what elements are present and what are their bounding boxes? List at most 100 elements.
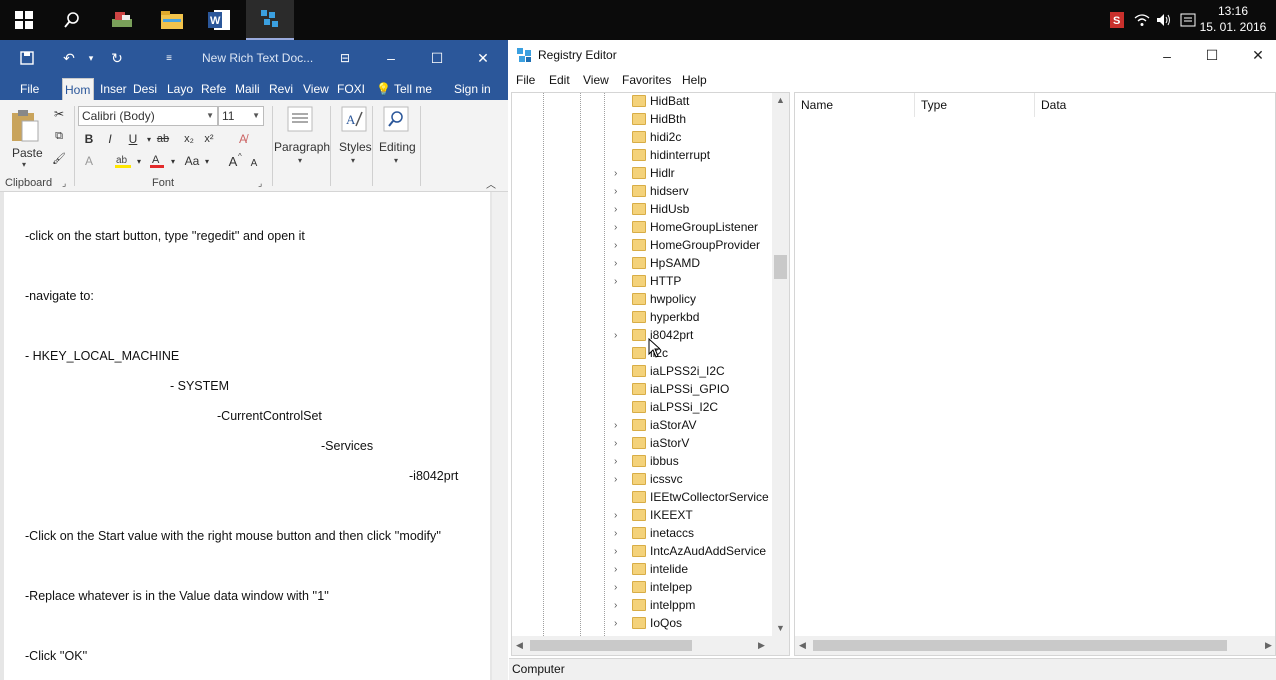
tree-item[interactable]: › intelppm — [512, 597, 774, 615]
scroll-up-icon[interactable]: ▲ — [776, 95, 785, 105]
tab-mailings[interactable]: Maili — [233, 78, 263, 100]
tree-item[interactable]: HidBatt — [512, 93, 774, 111]
paragraph-button-label[interactable]: Paragraph — [274, 140, 330, 154]
styles-dropdown-icon[interactable]: ▾ — [351, 156, 355, 165]
ribbon-display-icon[interactable]: ⊟ — [334, 48, 356, 68]
save-icon[interactable] — [16, 48, 38, 68]
editing-dropdown-icon[interactable]: ▾ — [394, 156, 398, 165]
expand-chevron-icon[interactable]: › — [614, 582, 617, 593]
scroll-left-icon[interactable]: ◀ — [799, 640, 806, 651]
scroll-right-icon[interactable]: ▶ — [1265, 640, 1272, 651]
tree-item[interactable]: hidi2c — [512, 129, 774, 147]
tree-item[interactable]: › icssvc — [512, 471, 774, 489]
paragraph-dropdown-icon[interactable]: ▾ — [298, 156, 302, 165]
strikethrough-icon[interactable]: ab — [156, 130, 170, 148]
taskbar-file-explorer[interactable] — [148, 0, 196, 40]
tree-item[interactable]: › IoQos — [512, 615, 774, 633]
tray-app-icon[interactable]: S — [1108, 0, 1126, 40]
taskbar-regedit[interactable] — [246, 0, 294, 40]
tree-item[interactable]: hwpolicy — [512, 291, 774, 309]
customize-toolbar-icon[interactable]: ≡ — [158, 48, 180, 68]
superscript-icon[interactable]: x² — [200, 130, 218, 148]
expand-chevron-icon[interactable]: › — [614, 168, 617, 179]
tree-item[interactable]: iaLPSS2i_I2C — [512, 363, 774, 381]
expand-chevron-icon[interactable]: › — [614, 528, 617, 539]
tree-item[interactable]: › iaStorAV — [512, 417, 774, 435]
expand-chevron-icon[interactable]: › — [614, 546, 617, 557]
search-button[interactable] — [48, 0, 96, 40]
font-launcher-icon[interactable]: ⌟ — [258, 178, 262, 189]
menu-view[interactable]: View — [583, 73, 609, 87]
cut-icon[interactable]: ✂ — [50, 106, 68, 122]
redo-icon[interactable]: ↻ — [106, 48, 128, 68]
underline-button[interactable]: U — [124, 130, 142, 148]
editing-button-label[interactable]: Editing — [379, 140, 416, 154]
tab-foxit[interactable]: FOXI — [335, 78, 367, 100]
tree-item[interactable]: › HomeGroupProvider — [512, 237, 774, 255]
maximize-icon[interactable]: ☐ — [1189, 40, 1235, 71]
undo-icon[interactable]: ↶ — [58, 48, 80, 68]
copy-icon[interactable]: ⧉ — [50, 128, 68, 144]
format-painter-icon[interactable]: 🖌 — [50, 150, 68, 166]
underline-dropdown-icon[interactable]: ▾ — [144, 130, 154, 148]
scroll-left-icon[interactable]: ◀ — [516, 640, 523, 651]
tree-item[interactable]: hidinterrupt — [512, 147, 774, 165]
bold-button[interactable]: B — [80, 130, 98, 148]
expand-chevron-icon[interactable]: › — [614, 204, 617, 215]
tab-design[interactable]: Desi — [131, 78, 161, 100]
tree-item[interactable]: › IKEEXT — [512, 507, 774, 525]
column-header-data[interactable]: Data — [1035, 93, 1275, 117]
tell-me-search[interactable]: Tell me — [392, 78, 440, 100]
column-header-name[interactable]: Name — [795, 93, 915, 117]
expand-chevron-icon[interactable]: › — [614, 618, 617, 629]
tree-item[interactable]: › hidserv — [512, 183, 774, 201]
action-center-icon[interactable] — [1178, 0, 1198, 40]
tab-insert[interactable]: Inser — [98, 78, 128, 100]
tree-item[interactable]: › Hidlr — [512, 165, 774, 183]
maximize-icon[interactable]: ☐ — [426, 48, 448, 68]
start-button[interactable] — [0, 0, 48, 40]
tab-review[interactable]: Revi — [267, 78, 297, 100]
tree-item[interactable]: › ibbus — [512, 453, 774, 471]
tree-item[interactable]: ii2c — [512, 345, 774, 363]
scroll-thumb[interactable] — [774, 255, 787, 279]
wifi-icon[interactable] — [1132, 0, 1152, 40]
volume-icon[interactable] — [1154, 0, 1174, 40]
tab-view[interactable]: View — [301, 78, 333, 100]
expand-chevron-icon[interactable]: › — [614, 510, 617, 521]
change-case-dropdown-icon[interactable]: ▾ — [202, 152, 212, 170]
expand-chevron-icon[interactable]: › — [614, 456, 617, 467]
column-header-type[interactable]: Type — [915, 93, 1035, 117]
document-scrollbar[interactable] — [492, 192, 508, 680]
tree-item[interactable]: › iaStorV — [512, 435, 774, 453]
highlight-icon[interactable]: ab — [112, 152, 134, 170]
values-horizontal-scrollbar[interactable]: ◀ ▶ — [795, 636, 1275, 655]
clear-formatting-icon[interactable]: A̸ — [234, 130, 252, 148]
expand-chevron-icon[interactable]: › — [614, 600, 617, 611]
tree-item[interactable]: › HTTP — [512, 273, 774, 291]
tab-layout[interactable]: Layo — [165, 78, 195, 100]
scroll-thumb[interactable] — [813, 640, 1227, 651]
tree-item[interactable]: › i8042prt — [512, 327, 774, 345]
taskbar-word[interactable]: W — [196, 0, 244, 40]
menu-help[interactable]: Help — [682, 73, 707, 87]
menu-file[interactable]: File — [516, 73, 535, 87]
styles-button-label[interactable]: Styles — [339, 140, 372, 154]
tab-file[interactable]: File — [18, 78, 46, 100]
sign-in-link[interactable]: Sign in — [452, 78, 496, 100]
tree-item[interactable]: › HidUsb — [512, 201, 774, 219]
tree-item[interactable]: › inetaccs — [512, 525, 774, 543]
expand-chevron-icon[interactable]: › — [614, 474, 617, 485]
change-case-button[interactable]: Aa — [182, 152, 202, 170]
subscript-icon[interactable]: x₂ — [180, 130, 198, 148]
tree-item[interactable]: › HomeGroupListener — [512, 219, 774, 237]
font-name-combo[interactable]: Calibri (Body) ▼ — [78, 106, 218, 126]
collapse-ribbon-icon[interactable]: ︿ — [486, 176, 496, 191]
tab-home[interactable]: Hom — [62, 78, 94, 100]
expand-chevron-icon[interactable]: › — [614, 420, 617, 431]
minimize-icon[interactable]: – — [1144, 40, 1190, 71]
document-page[interactable]: -click on the start button, type ''reged… — [4, 192, 490, 680]
clipboard-launcher-icon[interactable]: ⌟ — [62, 178, 66, 189]
tree-item[interactable]: hyperkbd — [512, 309, 774, 327]
shrink-font-button[interactable]: A — [248, 154, 260, 172]
